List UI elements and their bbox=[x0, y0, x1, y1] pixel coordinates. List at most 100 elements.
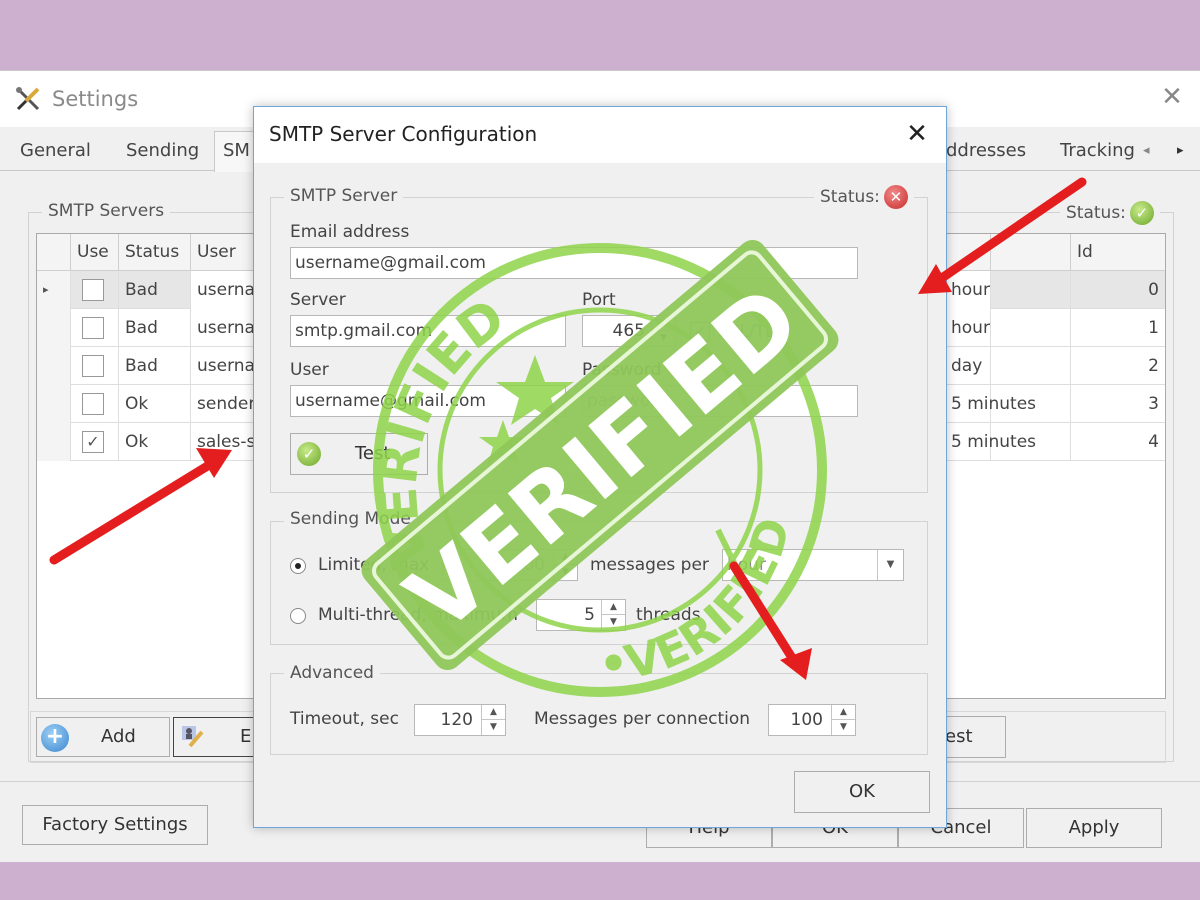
period-cell: day bbox=[945, 347, 1071, 385]
row-marker bbox=[37, 385, 71, 423]
period-select[interactable]: hour ▼ bbox=[722, 549, 904, 581]
test-button-label: Test bbox=[355, 443, 391, 464]
timeout-stepper[interactable]: 120 ▲ ▼ bbox=[414, 704, 506, 736]
limited-max-stepper[interactable]: 500 ▲ ▼ bbox=[442, 549, 578, 581]
timeout-value: 120 bbox=[440, 710, 473, 730]
use-checkbox[interactable] bbox=[82, 317, 104, 339]
dialog-close-button[interactable]: ✕ bbox=[902, 119, 932, 149]
tab-general[interactable]: General bbox=[12, 137, 99, 171]
port-value: 465 bbox=[612, 321, 645, 341]
grid-header-period[interactable] bbox=[931, 234, 1071, 271]
smtp-servers-group-label: SMTP Servers bbox=[42, 201, 171, 221]
servers-status: Status: ✓ bbox=[1060, 201, 1160, 225]
spin-up-icon[interactable]: ▲ bbox=[554, 550, 577, 565]
status-cell: Ok bbox=[119, 423, 191, 461]
threads-stepper[interactable]: 5 ▲ ▼ bbox=[536, 599, 626, 631]
password-field[interactable]: password bbox=[582, 385, 858, 417]
add-server-label: Add bbox=[101, 726, 136, 747]
password-label: Password bbox=[582, 360, 662, 380]
threads-spin[interactable]: ▲ ▼ bbox=[601, 600, 625, 630]
use-cell bbox=[71, 309, 119, 347]
id-cell: 1 bbox=[1148, 318, 1159, 338]
grid-header-id[interactable]: Id bbox=[1071, 234, 1165, 271]
messages-per-label: messages per bbox=[590, 555, 709, 575]
use-checkbox[interactable]: ✓ bbox=[82, 431, 104, 453]
grid-header-use[interactable]: Use bbox=[71, 234, 119, 271]
factory-settings-button[interactable]: Factory Settings bbox=[22, 805, 208, 845]
dialog-status-label: Status: bbox=[820, 187, 880, 207]
port-spin[interactable]: ▲ ▼ bbox=[651, 316, 675, 346]
settings-close-button[interactable]: ✕ bbox=[1158, 83, 1186, 111]
id-cell: 2 bbox=[1148, 356, 1159, 376]
spin-up-icon[interactable]: ▲ bbox=[832, 705, 855, 720]
ssl-checkbox[interactable]: ✓ bbox=[690, 322, 710, 342]
use-checkbox[interactable] bbox=[82, 393, 104, 415]
settings-title: Settings bbox=[52, 87, 139, 111]
test-button[interactable]: ✓ Test bbox=[290, 433, 428, 475]
period-cell: hour bbox=[945, 309, 1071, 347]
threads-value: 5 bbox=[584, 605, 595, 625]
messages-per-connection-stepper[interactable]: 100 ▲ ▼ bbox=[768, 704, 856, 736]
use-cell: ✓ bbox=[71, 423, 119, 461]
threads-label: threads bbox=[636, 605, 701, 625]
period-cell: 5 minutes bbox=[945, 423, 1071, 461]
smtp-config-dialog: SMTP Server Configuration ✕ SMTP Server … bbox=[253, 106, 947, 828]
id-cell: 3 bbox=[1148, 394, 1159, 414]
edit-user-icon bbox=[180, 724, 206, 750]
spin-up-icon[interactable]: ▲ bbox=[482, 705, 505, 720]
multithread-label: Multi-thread, maximum bbox=[318, 605, 518, 625]
spin-down-icon[interactable]: ▼ bbox=[602, 615, 625, 630]
port-stepper[interactable]: 465 ▲ ▼ bbox=[582, 315, 676, 347]
tools-icon bbox=[16, 87, 40, 111]
email-label: Email address bbox=[290, 222, 410, 242]
smtp-server-group-label: SMTP Server bbox=[284, 186, 404, 206]
spin-down-icon[interactable]: ▼ bbox=[482, 720, 505, 735]
dialog-title: SMTP Server Configuration bbox=[269, 122, 538, 146]
status-cell: Bad bbox=[119, 271, 191, 309]
period-cell: 5 minutes bbox=[945, 385, 1071, 423]
dialog-titlebar: SMTP Server Configuration ✕ bbox=[254, 107, 946, 163]
sending-mode-group-label: Sending Mode bbox=[284, 509, 417, 529]
tab-scroll-right-button[interactable]: ▸ bbox=[1177, 143, 1184, 158]
tab-tracking[interactable]: Tracking bbox=[1052, 137, 1143, 171]
grid-header-status[interactable]: Status bbox=[119, 234, 191, 271]
spin-down-icon[interactable]: ▼ bbox=[554, 565, 577, 580]
edit-server-label: E bbox=[240, 726, 252, 747]
email-field[interactable]: username@gmail.com bbox=[290, 247, 858, 279]
spin-down-icon[interactable]: ▼ bbox=[832, 720, 855, 735]
apply-button[interactable]: Apply bbox=[1026, 808, 1162, 848]
messages-per-connection-value: 100 bbox=[790, 710, 823, 730]
tab-scroll-left-button[interactable]: ◂ bbox=[1143, 143, 1150, 158]
check-circle-icon: ✓ bbox=[297, 442, 321, 466]
use-checkbox[interactable] bbox=[82, 355, 104, 377]
multithread-radio[interactable] bbox=[290, 608, 306, 624]
dialog-ok-button[interactable]: OK bbox=[794, 771, 930, 813]
use-cell bbox=[71, 347, 119, 385]
ssl-label: SSL/TLS bbox=[718, 322, 786, 342]
add-circle-icon: + bbox=[41, 724, 69, 752]
status-cell: Ok bbox=[119, 385, 191, 423]
timeout-spin[interactable]: ▲ ▼ bbox=[481, 705, 505, 735]
user-field[interactable]: username@gmail.com bbox=[290, 385, 566, 417]
id-cell: 4 bbox=[1148, 432, 1159, 452]
tab-addresses[interactable]: ddresses bbox=[938, 137, 1034, 171]
status-cell: Bad bbox=[119, 309, 191, 347]
add-server-button[interactable]: + Add bbox=[36, 717, 170, 757]
advanced-group-label: Advanced bbox=[284, 663, 380, 683]
messages-per-connection-label: Messages per connection bbox=[534, 709, 751, 729]
limited-radio[interactable] bbox=[290, 558, 306, 574]
mpc-spin[interactable]: ▲ ▼ bbox=[831, 705, 855, 735]
spin-down-icon[interactable]: ▼ bbox=[652, 331, 675, 346]
row-marker bbox=[37, 309, 71, 347]
timeout-label: Timeout, sec bbox=[290, 709, 399, 729]
use-checkbox[interactable] bbox=[82, 279, 104, 301]
spin-up-icon[interactable]: ▲ bbox=[602, 600, 625, 615]
limited-spin[interactable]: ▲ ▼ bbox=[553, 550, 577, 580]
spin-up-icon[interactable]: ▲ bbox=[652, 316, 675, 331]
tab-sending[interactable]: Sending bbox=[118, 137, 207, 171]
chevron-down-icon[interactable]: ▼ bbox=[877, 550, 903, 580]
row-marker bbox=[37, 423, 71, 461]
row-marker bbox=[37, 347, 71, 385]
server-field[interactable]: smtp.gmail.com bbox=[290, 315, 566, 347]
port-label: Port bbox=[582, 290, 616, 310]
